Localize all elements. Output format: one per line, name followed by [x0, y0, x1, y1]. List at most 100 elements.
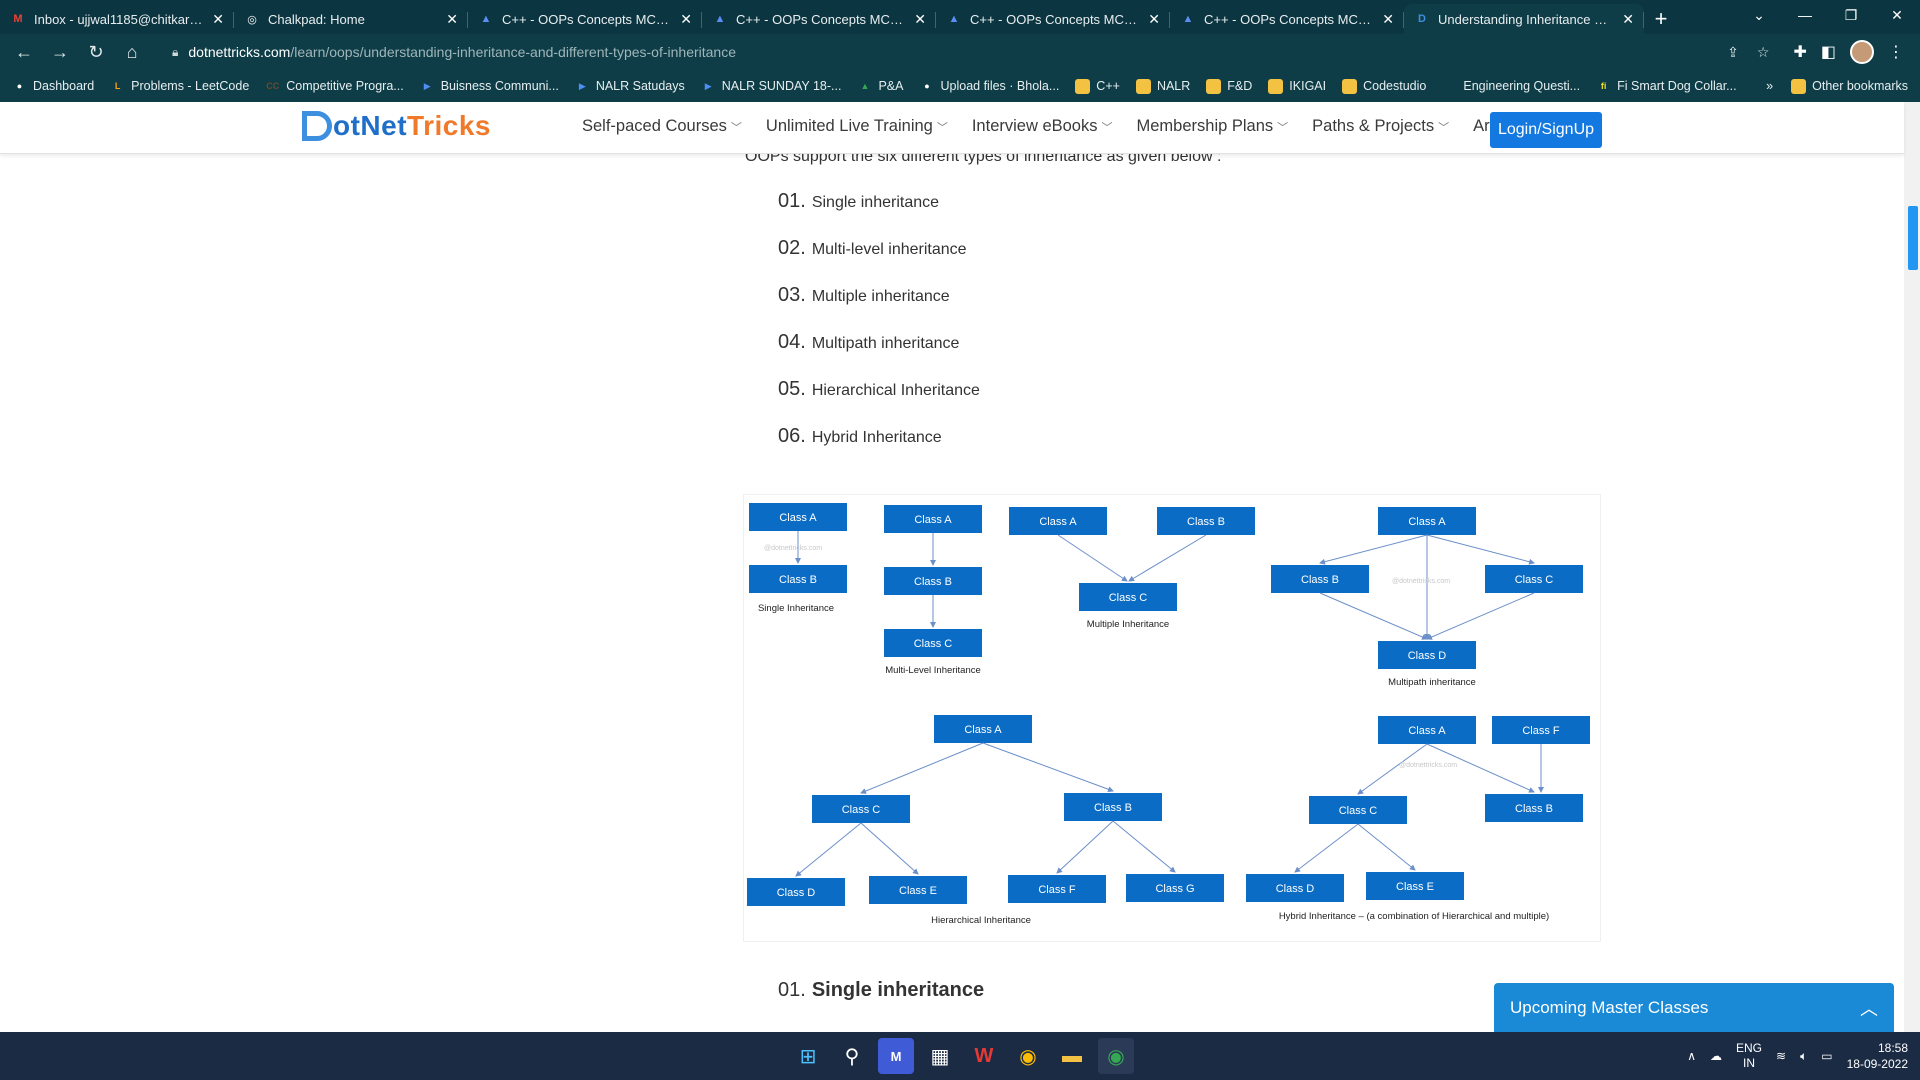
chevron-right-double-icon[interactable]: »: [1766, 79, 1773, 93]
extensions-icon[interactable]: ✚: [1793, 42, 1806, 62]
scrollbar-thumb[interactable]: [1908, 206, 1918, 270]
bookmark-item[interactable]: ▶ NALR SUNDAY 18-...: [701, 79, 842, 94]
nav-menu-item[interactable]: Paths & Projects ﹀: [1312, 117, 1449, 136]
multiple-class-c-label: Class C: [1109, 592, 1148, 604]
hierarchical-class-c: Class C: [812, 795, 910, 823]
tab-title: C++ - OOPs Concepts MCQs (M: [1204, 11, 1375, 27]
bookmark-item[interactable]: NALR: [1135, 78, 1190, 94]
login-signup-button[interactable]: Login/SignUp: [1490, 112, 1602, 148]
close-tab-icon[interactable]: ✕: [1148, 11, 1160, 28]
web-page: otNet Tricks Self-paced Courses ﹀ Unlimite…: [0, 102, 1920, 1032]
page-scrollbar[interactable]: [1904, 102, 1920, 1032]
bookmark-item[interactable]: ▶ NALR Satudays: [575, 79, 685, 94]
bookmark-item[interactable]: IKIGAI: [1268, 78, 1326, 94]
chrome-icon[interactable]: ◉: [1010, 1038, 1046, 1074]
browser-tab[interactable]: ◎ Chalkpad: Home ✕: [234, 4, 468, 34]
nav-menu-item[interactable]: Unlimited Live Training ﹀: [766, 117, 948, 136]
list-item: 03. Multiple inheritance: [778, 284, 980, 331]
site-menu: Self-paced Courses ﹀ Unlimited Live Traini…: [582, 117, 1527, 136]
menu-kebab-icon[interactable]: ⋮: [1888, 42, 1904, 62]
side-panel-icon[interactable]: ◧: [1821, 42, 1836, 62]
bookmark-item[interactable]: Codestudio: [1342, 78, 1426, 94]
chevron-up-icon[interactable]: ︿: [1860, 995, 1878, 1021]
nav-menu-item[interactable]: Membership Plans ﹀: [1137, 117, 1289, 136]
address-bar[interactable]: 🔒︎ dotnettricks.com/learn/oops/understan…: [160, 37, 1782, 67]
chrome-profile-icon[interactable]: ◉: [1098, 1038, 1134, 1074]
onedrive-cloud-icon[interactable]: ☁: [1710, 1049, 1722, 1063]
wifi-icon[interactable]: ≋: [1776, 1049, 1786, 1063]
bookmark-star-icon[interactable]: ☆: [1757, 44, 1770, 61]
tab-search-icon[interactable]: ⌄: [1736, 0, 1782, 30]
multipath-class-d-label: Class D: [1408, 650, 1447, 662]
bookmark-item[interactable]: E Engineering Questi...: [1442, 79, 1580, 94]
bookmark-item[interactable]: ▶ Buisness Communi...: [420, 79, 559, 94]
bookmark-item[interactable]: CC Competitive Progra...: [265, 79, 403, 94]
tab-title: Inbox - ujjwal1185@chitkara.edu: [34, 11, 205, 27]
store-icon[interactable]: ▦: [922, 1038, 958, 1074]
url-host: dotnettricks.com: [188, 44, 291, 60]
clock[interactable]: 18:58 18-09-2022: [1847, 1040, 1908, 1072]
browser-tab[interactable]: D Understanding Inheritance and ✕: [1404, 4, 1644, 34]
browser-toolbar: ← → ↻ ⌂ 🔒︎ dotnettricks.com/learn/oops/u…: [0, 34, 1920, 70]
list-item-number: 04.: [778, 331, 806, 353]
list-item-label: Multipath inheritance: [811, 335, 960, 352]
close-window-icon[interactable]: ✕: [1874, 0, 1920, 30]
visual-studio-icon[interactable]: M: [878, 1038, 914, 1074]
bookmark-item[interactable]: ● Upload files · Bhola...: [919, 79, 1059, 94]
bookmark-item[interactable]: ▲ P&A: [857, 79, 904, 94]
back-icon[interactable]: ←: [8, 36, 40, 68]
dotnettricks-logo[interactable]: otNet Tricks: [302, 110, 491, 142]
forward-icon[interactable]: →: [44, 36, 76, 68]
close-tab-icon[interactable]: ✕: [446, 11, 458, 28]
browser-tab[interactable]: ▲ C++ - OOPs Concepts MCQs (M ✕: [1170, 4, 1404, 34]
list-item: 02. Multi-level inheritance: [778, 237, 980, 284]
battery-icon[interactable]: ▭: [1821, 1049, 1832, 1063]
hierarchical-class-a: Class A: [934, 715, 1032, 743]
list-item-label: Single inheritance: [811, 194, 940, 211]
file-explorer-icon[interactable]: ▬: [1054, 1038, 1090, 1074]
browser-tab[interactable]: ▲ C++ - OOPs Concepts MCQs (M ✕: [468, 4, 702, 34]
windows-start-icon[interactable]: ⊞: [790, 1038, 826, 1074]
close-tab-icon[interactable]: ✕: [680, 11, 692, 28]
bookmark-item[interactable]: L Problems - LeetCode: [110, 79, 249, 94]
close-tab-icon[interactable]: ✕: [1382, 11, 1394, 28]
browser-tab[interactable]: ▲ C++ - OOPs Concepts MCQs (M ✕: [702, 4, 936, 34]
browser-tab[interactable]: M Inbox - ujjwal1185@chitkara.edu ✕: [0, 4, 234, 34]
reload-icon[interactable]: ↻: [80, 36, 112, 68]
bookmark-label: F&D: [1227, 79, 1253, 93]
chevron-up-icon[interactable]: ∧: [1687, 1049, 1696, 1063]
url-path: /learn/oops/understanding-inheritance-an…: [290, 44, 737, 60]
hierarchical-class-d: Class D: [747, 878, 845, 906]
close-tab-icon[interactable]: ✕: [212, 11, 224, 28]
nav-menu-item[interactable]: Self-paced Courses ﹀: [582, 117, 742, 136]
bookmark-item[interactable]: ● Dashboard: [12, 79, 94, 94]
volume-icon[interactable]: 🔈︎: [1800, 1049, 1807, 1064]
hierarchical-class-d-label: Class D: [777, 887, 816, 899]
other-bookmarks-button[interactable]: Other bookmarks: [1791, 78, 1908, 94]
wps-office-icon[interactable]: W: [966, 1038, 1002, 1074]
restore-icon[interactable]: ❐: [1828, 0, 1874, 30]
browser-tab[interactable]: ▲ C++ - OOPs Concepts MCQs (M ✕: [936, 4, 1170, 34]
single-class-b: Class B: [749, 565, 847, 593]
share-icon[interactable]: ⇪: [1727, 44, 1739, 61]
language-indicator[interactable]: ENG IN: [1736, 1041, 1762, 1071]
home-icon[interactable]: ⌂: [116, 36, 148, 68]
bookmark-item[interactable]: F&D: [1206, 78, 1253, 94]
hybrid-class-f: Class F: [1492, 716, 1590, 744]
bookmark-item[interactable]: fi Fi Smart Dog Collar...: [1596, 79, 1737, 94]
profile-avatar[interactable]: [1850, 40, 1874, 64]
nav-menu-item[interactable]: Interview eBooks ﹀: [972, 117, 1113, 136]
minimize-icon[interactable]: —: [1782, 0, 1828, 30]
search-icon[interactable]: ⚲: [834, 1038, 870, 1074]
bookmark-item[interactable]: C++: [1075, 78, 1120, 94]
hierarchical-class-a-label: Class A: [964, 724, 1002, 736]
leetcode-icon: L: [114, 81, 121, 91]
section-heading-title: Single inheritance: [811, 979, 985, 1001]
close-tab-icon[interactable]: ✕: [1622, 11, 1634, 28]
tab-title: C++ - OOPs Concepts MCQs (M: [970, 11, 1141, 27]
logo-text-dotnet: otNet: [333, 110, 408, 141]
new-tab-icon[interactable]: +: [1644, 4, 1678, 34]
close-tab-icon[interactable]: ✕: [914, 11, 926, 28]
upcoming-master-classes-widget[interactable]: Upcoming Master Classes ︿: [1494, 983, 1894, 1032]
hybrid-class-a-label: Class A: [1408, 725, 1446, 737]
